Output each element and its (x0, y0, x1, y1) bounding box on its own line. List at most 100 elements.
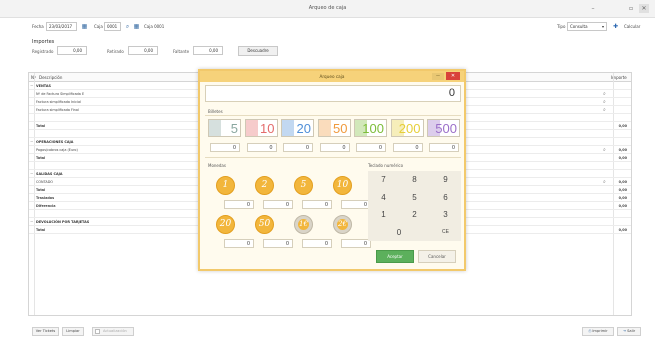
coin-count-input[interactable]: 0 (224, 239, 254, 248)
coin-count-input[interactable]: 0 (263, 200, 293, 209)
collapse-icon[interactable]: − (30, 139, 33, 144)
coin-count-input[interactable]: 0 (341, 239, 371, 248)
bill-200-button[interactable]: 200 (390, 119, 424, 137)
bill-count-input[interactable]: 0 (319, 143, 350, 152)
search-icon[interactable]: ⌕ (603, 91, 606, 97)
minimize-button[interactable]: – (588, 4, 598, 13)
calcular-button[interactable]: Calcular (624, 24, 640, 29)
fecha-input[interactable]: 23/03/2017 (46, 22, 77, 31)
coin-count-input[interactable]: 0 (224, 200, 254, 209)
row-description: Factura simplificada Final (36, 108, 79, 112)
bill-500-button[interactable]: 500 (427, 119, 460, 137)
search-icon[interactable]: ⌕ (603, 107, 606, 113)
teclado-label: Teclado numérico (368, 163, 404, 168)
coin-label: 5 (300, 180, 307, 190)
divider (205, 157, 461, 158)
actualizacion-checkbox[interactable]: Actualización (92, 327, 134, 336)
coin-button[interactable]: 1€ (294, 215, 313, 234)
coin-button[interactable]: 1 (216, 176, 235, 195)
coin-button[interactable]: 2€ (333, 215, 352, 234)
total-value: 0 (448, 87, 455, 99)
bill-20-button[interactable]: 20 (281, 119, 314, 137)
row-amount: 0,00 (618, 156, 627, 160)
row-amount: 0,00 (618, 124, 627, 128)
bill-count-input[interactable]: 0 (246, 143, 277, 152)
billetes-label: Billetes (208, 109, 223, 114)
calendar-icon[interactable]: ▦ (132, 22, 141, 31)
bill-50-button[interactable]: 50 (317, 119, 351, 137)
maximize-button[interactable]: ▫ (626, 4, 636, 13)
registrado-label: Registrado (32, 49, 54, 54)
row-description: Diferencia (36, 204, 56, 208)
coin-count-input[interactable]: 0 (302, 239, 332, 248)
search-icon[interactable]: ⌕ (603, 147, 606, 153)
bill-value: 5 (230, 121, 238, 136)
bill-count-input[interactable]: 0 (392, 143, 423, 152)
key-5[interactable]: 5 (399, 189, 430, 206)
calendar-icon[interactable]: ▦ (80, 22, 89, 31)
bill-count-input[interactable]: 0 (283, 143, 313, 152)
coin-button[interactable]: 20 (216, 215, 235, 234)
dialog-title: Arqueo caja (200, 71, 464, 82)
coin-count-input[interactable]: 0 (302, 200, 332, 209)
key-1[interactable]: 1 (368, 206, 399, 223)
row-description: Factura simplificada Inicial (36, 100, 81, 104)
row-description: Total (36, 124, 46, 128)
dialog-minimize-button[interactable]: — (432, 73, 444, 80)
search-icon[interactable]: ⌕ (603, 99, 606, 105)
accept-button[interactable]: Aceptar (376, 250, 414, 263)
coin-button[interactable]: 50 (255, 215, 274, 234)
collapse-icon[interactable]: − (30, 171, 33, 176)
bill-count-input[interactable]: 0 (210, 143, 240, 152)
bill-value: 10 (260, 121, 275, 136)
calculator-icon[interactable]: ✚ (611, 22, 620, 31)
key-3[interactable]: 3 (430, 206, 461, 223)
key-9[interactable]: 9 (430, 171, 461, 188)
coin-count-input[interactable]: 0 (263, 239, 293, 248)
coin-button[interactable]: 5 (294, 176, 313, 195)
chevron-down-icon: ▾ (601, 24, 604, 29)
row-description: Total (36, 188, 46, 192)
faltante-input[interactable]: 0,00 (193, 46, 223, 55)
cancel-button[interactable]: Cancelar (418, 250, 456, 263)
search-icon[interactable]: ⌕ (603, 179, 606, 185)
row-amount: 0,00 (618, 196, 627, 200)
caja-input[interactable]: 0001 (104, 22, 121, 31)
dialog-close-button[interactable]: ✕ (446, 72, 460, 80)
row-description: Total (36, 228, 46, 232)
coin-button[interactable]: 2 (255, 176, 274, 195)
descuadre-button[interactable]: Descuadre (238, 46, 278, 56)
bill-count-input[interactable]: 0 (429, 143, 459, 152)
registrado-input[interactable]: 0,00 (57, 46, 87, 55)
tipo-label: Tipo (557, 24, 566, 29)
key-8[interactable]: 8 (399, 171, 430, 188)
faltante-label: Faltante (173, 49, 190, 54)
coin-count-input[interactable]: 0 (341, 200, 371, 209)
coin-button[interactable]: 10 (333, 176, 352, 195)
limpiar-button[interactable]: Limpiar (62, 327, 84, 336)
ver-tickets-button[interactable]: Ver Tickets (32, 327, 59, 336)
key-7[interactable]: 7 (368, 171, 399, 188)
bill-count-input[interactable]: 0 (356, 143, 386, 152)
imprimir-button[interactable]: ⎙ Imprimir (582, 327, 614, 336)
key-ce[interactable]: CE (430, 224, 461, 241)
coin-label: 20 (219, 219, 232, 229)
salir-button[interactable]: ⇥ Salir (617, 327, 641, 336)
imprimir-label: Imprimir (592, 329, 608, 333)
key-0[interactable]: 0 (368, 224, 430, 241)
bill-100-button[interactable]: 100 (354, 119, 387, 137)
close-button[interactable]: ✕ (639, 4, 649, 13)
search-icon[interactable]: ⌕ (123, 22, 132, 31)
retirado-input[interactable]: 0,00 (128, 46, 158, 55)
row-amount: 0,00 (618, 204, 627, 208)
key-6[interactable]: 6 (430, 189, 461, 206)
tipo-select[interactable]: Consulta ▾ (567, 22, 607, 31)
key-2[interactable]: 2 (399, 206, 430, 223)
row-description: CONTADO (36, 180, 53, 184)
key-4[interactable]: 4 (368, 189, 399, 206)
collapse-icon[interactable]: − (30, 83, 33, 88)
collapse-icon[interactable]: − (30, 219, 33, 224)
bill-10-button[interactable]: 10 (244, 119, 278, 137)
bill-5-button[interactable]: 5 (208, 119, 241, 137)
fecha-label: Fecha (32, 24, 44, 29)
